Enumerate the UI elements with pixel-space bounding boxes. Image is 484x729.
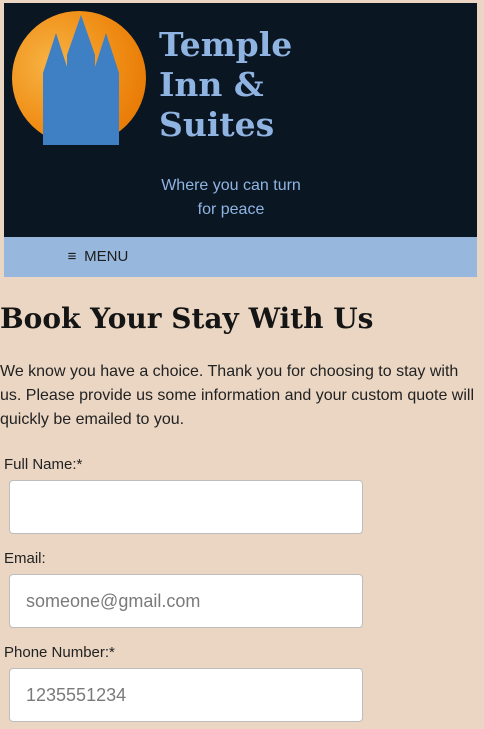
- hamburger-icon: ≡: [67, 248, 77, 265]
- intro-text: We know you have a choice. Thank you for…: [0, 363, 475, 428]
- phone-input[interactable]: [9, 668, 363, 722]
- full-name-input[interactable]: [9, 480, 363, 534]
- email-label: Email:: [4, 550, 46, 567]
- site-title-line: Suites: [159, 105, 275, 144]
- page: Temple Inn & Suites Where you can turn f…: [0, 0, 484, 729]
- main-nav: ≡ MENU: [4, 237, 477, 277]
- phone-label: Phone Number:*: [4, 644, 115, 661]
- site-title-line: Temple: [159, 25, 293, 64]
- site-title: Temple Inn & Suites: [159, 25, 359, 145]
- site-tagline: Where you can turn for peace: [161, 177, 301, 218]
- page-title: Book Your Stay With Us: [0, 302, 374, 335]
- site-header: Temple Inn & Suites Where you can turn f…: [4, 3, 477, 237]
- menu-label: MENU: [84, 248, 129, 265]
- site-title-line: Inn &: [159, 65, 264, 104]
- castle-logo[interactable]: [11, 10, 147, 146]
- full-name-label: Full Name:*: [4, 456, 83, 473]
- email-input[interactable]: [9, 574, 363, 628]
- menu-button[interactable]: ≡ MENU: [66, 247, 129, 267]
